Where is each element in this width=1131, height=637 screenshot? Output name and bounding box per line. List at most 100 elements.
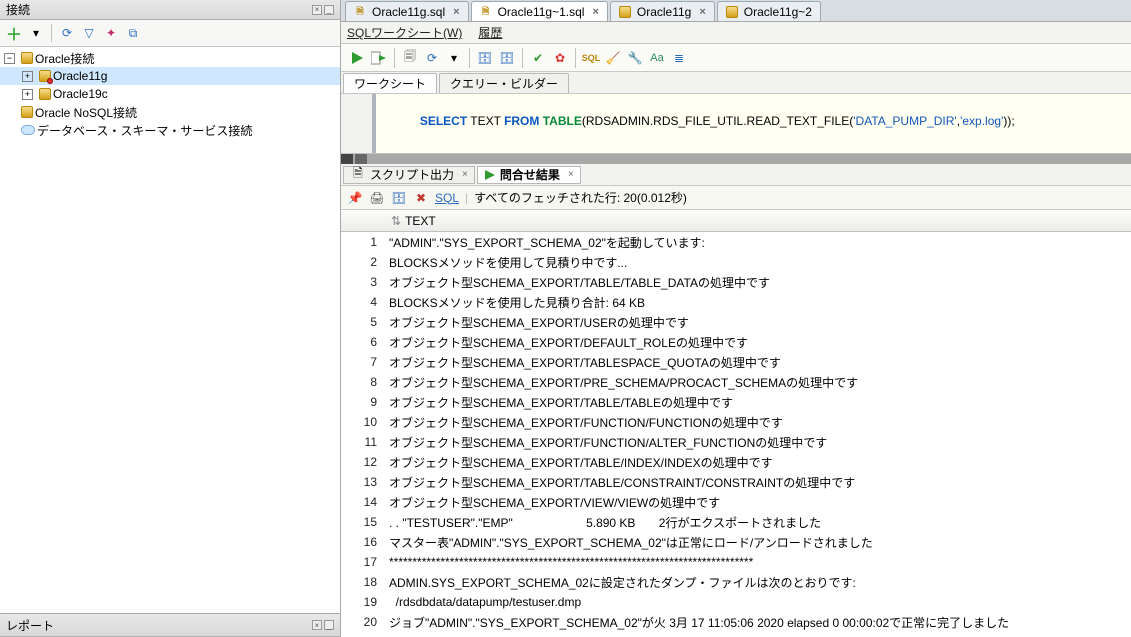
commit-button[interactable]: 🗄 [475,48,495,68]
cell-text: オブジェクト型SCHEMA_EXPORT/TABLE/CONSTRAINT/CO… [383,474,1131,491]
cell-text: BLOCKSメソッドを使用した見積り合計: 64 KB [383,294,1131,311]
grid-header: ⇅TEXT [341,210,1131,232]
tree-item-oracle11g[interactable]: + Oracle11g [0,67,340,85]
twisty-icon[interactable]: + [22,71,33,82]
tree-filter-button[interactable]: ✦ [101,23,121,43]
tab-query-result[interactable]: 問合せ結果 × [477,166,581,184]
format-button[interactable]: ≣ [669,48,689,68]
close-icon[interactable]: × [568,169,574,180]
tree-item-nosql[interactable]: Oracle NoSQL接続 [0,103,340,121]
explain-button[interactable]: 🗐 [400,48,420,68]
history-link[interactable]: 履歴 [478,24,502,41]
table-row[interactable]: 19 /rdsdbdata/datapump/testuser.dmp [341,592,1131,612]
reports-header[interactable]: レポート × _ [0,613,340,637]
close-icon[interactable]: × [453,6,459,18]
db-icon [21,106,33,118]
table-row[interactable]: 3オブジェクト型SCHEMA_EXPORT/TABLE/TABLE_DATAの処… [341,272,1131,292]
column-header[interactable]: ⇅TEXT [383,214,1061,228]
table-row[interactable]: 6オブジェクト型SCHEMA_EXPORT/DEFAULT_ROLEの処理中です [341,332,1131,352]
table-row[interactable]: 18ADMIN.SYS_EXPORT_SCHEMA_02に設定されたダンプ・ファ… [341,572,1131,592]
row-number: 15 [341,515,383,529]
collapse-icon[interactable]: _ [324,620,334,630]
check-button[interactable]: ✔ [528,48,548,68]
editor-tab[interactable]: 🗎Oracle11g~1.sql× [471,1,608,21]
table-row[interactable]: 16マスター表"ADMIN"."SYS_EXPORT_SCHEMA_02"は正常… [341,532,1131,552]
connections-header: 接続 × _ [0,0,340,20]
row-number: 16 [341,535,383,549]
find-button[interactable]: 🔧 [625,48,645,68]
refresh-button[interactable]: ⟳ [57,23,77,43]
sql-worksheet-link[interactable]: SQLワークシート(W) [347,24,462,41]
row-number: 19 [341,595,383,609]
row-number: 9 [341,395,383,409]
script-icon: 🗎 [350,167,366,183]
minimize-icon[interactable]: × [312,5,322,15]
table-row[interactable]: 14オブジェクト型SCHEMA_EXPORT/VIEW/VIEWの処理中です [341,492,1131,512]
export-icon[interactable]: 🗄 [391,190,407,206]
editor-tab[interactable]: Oracle11g~2 [717,1,821,21]
table-row[interactable]: 11オブジェクト型SCHEMA_EXPORT/FUNCTION/ALTER_FU… [341,432,1131,452]
editor-tab[interactable]: 🗎Oracle11g.sql× [345,1,469,21]
table-row[interactable]: 5オブジェクト型SCHEMA_EXPORT/USERの処理中です [341,312,1131,332]
row-number: 17 [341,555,383,569]
dropdown-button[interactable]: ▾ [26,23,46,43]
result-grid[interactable]: 1"ADMIN"."SYS_EXPORT_SCHEMA_02"を起動しています:… [341,232,1131,637]
db-icon [39,70,51,82]
autotrace-button[interactable]: ⟳ [422,48,442,68]
table-row[interactable]: 4BLOCKSメソッドを使用した見積り合計: 64 KB [341,292,1131,312]
table-row[interactable]: 7オブジェクト型SCHEMA_EXPORT/TABLESPACE_QUOTAの処… [341,352,1131,372]
row-number: 5 [341,315,383,329]
run-button[interactable] [347,48,367,68]
table-row[interactable]: 20ジョブ"ADMIN"."SYS_EXPORT_SCHEMA_02"が火 3月… [341,612,1131,632]
splitter[interactable] [341,154,1131,164]
table-row[interactable]: 1"ADMIN"."SYS_EXPORT_SCHEMA_02"を起動しています: [341,232,1131,252]
row-number: 18 [341,575,383,589]
tree-root[interactable]: − Oracle接続 [0,49,340,67]
cell-text: オブジェクト型SCHEMA_EXPORT/FUNCTION/ALTER_FUNC… [383,434,1131,451]
sql-icon: 🗎 [352,4,368,20]
cell-text: オブジェクト型SCHEMA_EXPORT/DEFAULT_ROLEの処理中です [383,334,1131,351]
expand-button[interactable]: ⧉ [123,23,143,43]
run-script-button[interactable] [369,48,389,68]
cell-text: オブジェクト型SCHEMA_EXPORT/TABLE/TABLE_DATAの処理… [383,274,1131,291]
tab-label: 問合せ結果 [500,166,560,183]
editor-tab[interactable]: Oracle11g× [610,1,715,21]
filter-button[interactable]: ▽ [79,23,99,43]
table-row[interactable]: 2BLOCKSメソッドを使用して見積り中です... [341,252,1131,272]
close-icon[interactable]: × [592,6,598,18]
tree-item-oracle19c[interactable]: + Oracle19c [0,85,340,103]
print-icon[interactable]: 🖨 [369,190,385,206]
case-button[interactable]: Aa [647,48,667,68]
table-row[interactable]: 9オブジェクト型SCHEMA_EXPORT/TABLE/TABLEの処理中です [341,392,1131,412]
connections-tree[interactable]: − Oracle接続 + Oracle11g + Oracle19c Oracl… [0,47,340,613]
table-row[interactable]: 12オブジェクト型SCHEMA_EXPORT/TABLE/INDEX/INDEX… [341,452,1131,472]
dropdown-button[interactable]: ▾ [444,48,464,68]
table-row[interactable]: 17**************************************… [341,552,1131,572]
new-connection-button[interactable]: ＋ [4,23,24,43]
close-icon[interactable]: × [699,6,705,18]
cancel-button[interactable]: ✿ [550,48,570,68]
collapse-icon[interactable]: _ [324,5,334,15]
minimize-icon[interactable]: × [312,620,322,630]
table-row[interactable]: 13オブジェクト型SCHEMA_EXPORT/TABLE/CONSTRAINT/… [341,472,1131,492]
tab-worksheet[interactable]: ワークシート [343,73,437,93]
twisty-icon[interactable]: − [4,53,15,64]
result-toolbar: 📌 🖨 🗄 ✖ SQL | すべてのフェッチされた行: 20(0.012秒) [341,186,1131,210]
clear-button[interactable]: 🧹 [603,48,623,68]
rollback-button[interactable]: 🗄 [497,48,517,68]
tab-script-output[interactable]: 🗎 スクリプト出力 × [343,166,475,184]
table-row[interactable]: 10オブジェクト型SCHEMA_EXPORT/FUNCTION/FUNCTION… [341,412,1131,432]
sql-button[interactable]: SQL [581,48,601,68]
sql-icon: 🗎 [478,4,494,20]
tree-item-cloud[interactable]: データベース・スキーマ・サービス接続 [0,121,340,139]
sql-editor[interactable]: SELECT TEXT FROM TABLE(RDSADMIN.RDS_FILE… [341,94,1131,154]
cell-text: ADMIN.SYS_EXPORT_SCHEMA_02に設定されたダンプ・ファイル… [383,574,1131,591]
pin-icon[interactable]: 📌 [347,190,363,206]
table-row[interactable]: 8オブジェクト型SCHEMA_EXPORT/PRE_SCHEMA/PROCACT… [341,372,1131,392]
close-icon[interactable]: × [462,169,468,180]
twisty-icon[interactable]: + [22,89,33,100]
sql-label[interactable]: SQL [435,191,459,205]
delete-icon[interactable]: ✖ [413,190,429,206]
tab-qbuilder[interactable]: クエリー・ビルダー [439,73,569,93]
table-row[interactable]: 15. . "TESTUSER"."EMP" 5.890 KB 2行がエクスポー… [341,512,1131,532]
